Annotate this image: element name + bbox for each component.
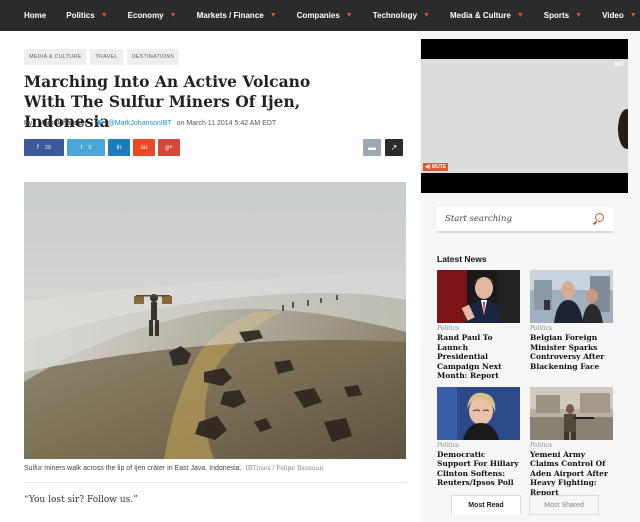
news-thumbnail-belgian-minister[interactable] [530, 270, 613, 323]
nav-economy[interactable]: Economy ▼ [128, 11, 177, 20]
by-label: By [24, 119, 33, 127]
tag-destinations[interactable]: DESTINATIONS [126, 49, 180, 65]
tag-media-culture[interactable]: MEDIA & CULTURE [24, 49, 87, 65]
nav-companies[interactable]: Companies ▼ [297, 11, 353, 20]
tab-most-shared[interactable]: Most Shared [529, 495, 599, 515]
nav-label: Media & Culture [449, 11, 511, 20]
news-card[interactable]: Politics Rand Paul To Launch Presidentia… [437, 270, 520, 381]
caption-divider [24, 482, 406, 483]
share-bar: f 29 t9 in su g+ [24, 139, 180, 156]
twitter-share-button[interactable]: t9 [67, 139, 105, 156]
news-card[interactable]: Politics Belgian Foreign Minister Sparks… [530, 270, 613, 381]
external-share-button[interactable]: ↗ [385, 139, 403, 156]
nav-media-culture[interactable]: Media & Culture ▼ [450, 11, 524, 20]
comment-button[interactable]: ▬ [363, 139, 381, 156]
news-thumbnail-yemeni-army[interactable] [530, 386, 613, 440]
news-category: Politics [437, 441, 460, 449]
top-nav: Home Politics ▼ Economy ▼ Markets / Financ… [0, 0, 640, 31]
nav-label: Video [602, 11, 624, 20]
news-thumbnail-rand-paul[interactable] [437, 270, 520, 323]
latest-news-heading: Latest News [437, 254, 487, 264]
news-category: Politics [530, 441, 553, 449]
publish-date: on March 11 2014 5:42 AM EDT [176, 119, 277, 127]
mute-label: MUTE [431, 164, 447, 170]
caret-down-icon: ▼ [169, 12, 177, 19]
search-icon[interactable] [592, 213, 605, 225]
twitter-icon: t [80, 144, 83, 151]
latest-news-grid: Politics Rand Paul To Launch Presidentia… [437, 270, 613, 497]
googleplus-icon: g+ [165, 144, 173, 151]
hero-photo-sulfur-miners [24, 182, 406, 459]
tab-most-read[interactable]: Most Read [451, 495, 521, 515]
news-headline[interactable]: Yemeni Army Claims Control Of Aden Airpo… [530, 450, 613, 498]
article-tools: ▬ ↗ [363, 139, 403, 156]
nav-markets-finance[interactable]: Markets / Finance ▼ [197, 11, 277, 20]
stumbleupon-icon: su [140, 144, 148, 151]
news-card[interactable]: Politics Democratic Support For Hillary … [437, 386, 520, 498]
caret-down-icon: ▼ [423, 12, 430, 19]
comment-icon: ▬ [368, 143, 376, 152]
popular-tabs: Most Read Most Shared [451, 495, 599, 515]
author-link[interactable]: Mark Johanson [38, 120, 86, 127]
stumbleupon-share-button[interactable]: su [133, 139, 155, 156]
news-card[interactable]: Politics Yemeni Army Claims Control Of A… [530, 386, 613, 498]
facebook-share-button[interactable]: f 29 [24, 139, 64, 156]
nav-sports[interactable]: Sports ▼ [544, 11, 582, 20]
video-watermark: IBT [614, 62, 624, 68]
news-headline[interactable]: Democratic Support For Hillary Clinton S… [437, 450, 520, 488]
linkedin-share-button[interactable]: in [108, 139, 130, 156]
twitter-share-count: 9 [88, 144, 92, 151]
mute-button[interactable]: ◀) MUTE [423, 163, 449, 171]
tag-travel[interactable]: TRAVEL [90, 49, 123, 65]
facebook-share-count: 29 [44, 144, 51, 151]
caret-down-icon: ▼ [575, 12, 583, 19]
caret-down-icon: ▼ [516, 12, 524, 19]
nav-label: Companies [296, 11, 340, 20]
nav-home[interactable]: Home [24, 11, 46, 20]
video-subject [618, 109, 628, 149]
nav-video[interactable]: Video ▼ [602, 11, 637, 20]
photo-credit: IBTimes / Felipe Basnuan [245, 465, 324, 472]
search-input[interactable]: Start searching [445, 214, 512, 224]
nav-label: Economy [127, 11, 164, 20]
caret-down-icon: ▼ [269, 12, 277, 19]
caret-down-icon: ▼ [629, 12, 637, 19]
search-box[interactable]: Start searching [437, 207, 613, 233]
news-headline[interactable]: Rand Paul To Launch Presidential Campaig… [437, 333, 520, 381]
news-thumbnail-hillary-clinton[interactable] [437, 386, 520, 440]
facebook-icon: f [37, 144, 39, 151]
nav-label: Politics [66, 11, 95, 20]
caret-down-icon: ▼ [100, 12, 108, 19]
twitter-bird-icon: 🐦 [96, 120, 105, 127]
news-category: Politics [437, 325, 460, 332]
byline: By Mark Johanson 🐦 @MarkJohansonIBT on M… [24, 119, 277, 128]
photo-caption: Sulfur miners walk across the lip of Ije… [24, 465, 323, 472]
video-frame: IBT [421, 59, 628, 173]
nav-technology[interactable]: Technology ▼ [373, 11, 430, 20]
twitter-handle-link[interactable]: @MarkJohansonIBT [108, 120, 172, 127]
share-arrow-icon: ↗ [390, 143, 398, 152]
article-first-paragraph: “You lost sir? Follow us.” [24, 495, 138, 505]
nav-label: Sports [543, 11, 570, 20]
nav-label: Technology [372, 11, 418, 20]
news-category: Politics [530, 325, 553, 332]
nav-politics[interactable]: Politics ▼ [66, 11, 107, 20]
news-headline[interactable]: Belgian Foreign Minister Sparks Controve… [530, 333, 613, 371]
article-tags: MEDIA & CULTURE TRAVEL DESTINATIONS [24, 49, 180, 65]
video-player[interactable]: IBT ◀) MUTE [421, 39, 628, 193]
nav-label: Home [24, 11, 47, 20]
caption-text: Sulfur miners walk across the lip of Ije… [24, 465, 242, 472]
caret-down-icon: ▼ [345, 12, 353, 19]
googleplus-share-button[interactable]: g+ [158, 139, 180, 156]
nav-label: Markets / Finance [196, 11, 264, 20]
speaker-icon: ◀) [425, 164, 431, 170]
linkedin-icon: in [116, 144, 122, 151]
